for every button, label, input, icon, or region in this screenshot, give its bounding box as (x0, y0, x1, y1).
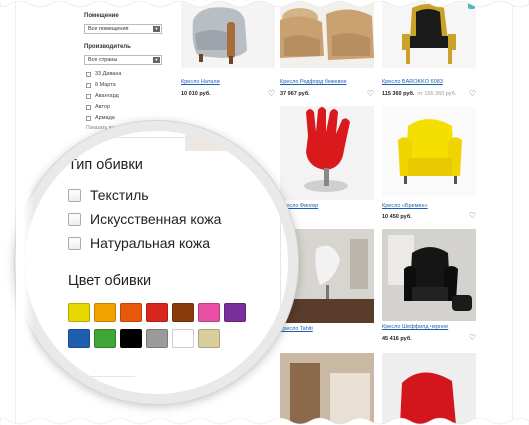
heart-icon[interactable]: ♡ (268, 89, 275, 98)
edge-shadow (16, 0, 34, 425)
checkbox-icon[interactable] (68, 212, 81, 226)
color-swatch[interactable] (68, 303, 90, 322)
maker-select[interactable]: Все страны ▼ (84, 55, 162, 65)
upholstery-option-textile[interactable]: Текстиль (68, 187, 149, 203)
product-title[interactable]: Кресло Шеффилд черное (382, 324, 448, 330)
price-value: 37 967 руб. (280, 91, 310, 97)
room-select-value: Все помещения (88, 26, 129, 32)
maker-label: Производитель (84, 44, 131, 50)
checkbox-icon (86, 82, 91, 88)
color-swatch[interactable] (172, 329, 194, 348)
product-image (382, 229, 476, 321)
maker-option-label: 8 Марта (95, 82, 116, 88)
color-swatch[interactable] (68, 329, 90, 348)
maker-option-label: Армада (95, 115, 115, 121)
option-label: Искусственная кожа (90, 211, 222, 227)
product-title[interactable]: Кресло Редфорд бежевое (280, 79, 347, 85)
maker-checkbox[interactable]: Армада (86, 115, 115, 121)
product-price: 10 010 руб. (181, 91, 211, 97)
chevron-down-icon: ▼ (153, 26, 160, 32)
filter-sidebar: Помещение Все помещения ▼ Производитель … (84, 0, 180, 140)
product-price: 115 360 руб. от 155 360 руб. (382, 91, 456, 97)
edge-shadow (494, 0, 512, 425)
heart-icon[interactable]: ♡ (367, 89, 374, 98)
product-title[interactable]: Кресло BAROKKO 6083 (382, 79, 443, 85)
chevron-down-icon: ▼ (153, 57, 160, 63)
product-card[interactable]: Кресло Натали 10 010 руб. ♡ (181, 0, 275, 100)
product-card[interactable]: Кресло «Бремен» 10 450 руб. ♡ (382, 106, 476, 222)
maker-checkbox[interactable]: Автор (86, 104, 110, 110)
maker-option-label: Авангард (95, 93, 119, 99)
color-swatch[interactable] (172, 303, 194, 322)
heart-icon[interactable]: ♡ (469, 211, 476, 220)
color-swatch[interactable] (146, 329, 168, 348)
magnifier-lens: Тип обивки Текстиль Искусственная кожа Н… (15, 121, 298, 404)
product-card[interactable]: Кресло Шеффилд черное 45 416 руб. ♡ (382, 229, 476, 347)
checkbox-icon[interactable] (68, 236, 81, 250)
checkbox-icon (86, 104, 91, 110)
maker-option-label: 33 Дивана (95, 71, 122, 77)
upholstery-type-title: Тип обивки (68, 157, 143, 173)
price-value: 10 010 руб. (181, 91, 211, 97)
color-swatch[interactable] (94, 303, 116, 322)
room-select[interactable]: Все помещения ▼ (84, 24, 162, 34)
product-image (382, 106, 476, 196)
checkbox-icon (86, 115, 91, 121)
torn-edge-top (0, 0, 529, 8)
checkbox-icon[interactable] (68, 188, 81, 202)
maker-select-value: Все страны (88, 57, 118, 63)
checkbox-icon (86, 93, 91, 99)
maker-checkbox[interactable]: 8 Марта (86, 82, 116, 88)
upholstery-option-leather[interactable]: Натуральная кожа (68, 235, 210, 251)
upholstery-option-faux-leather[interactable]: Искусственная кожа (68, 211, 221, 227)
color-swatch[interactable] (198, 303, 220, 322)
heart-icon[interactable]: ♡ (469, 333, 476, 342)
heart-icon[interactable]: ♡ (469, 89, 476, 98)
color-swatch[interactable] (146, 303, 168, 322)
product-price: 45 416 руб. (382, 336, 412, 342)
product-card[interactable]: Кресло Фингер (280, 106, 374, 222)
divider (25, 137, 285, 138)
product-price: 37 967 руб. (280, 91, 310, 97)
price-value: 10 450 руб. (382, 214, 412, 220)
product-title[interactable]: Кресло Натали (181, 79, 220, 85)
torn-edge-bottom (0, 417, 529, 425)
color-swatch[interactable] (120, 329, 142, 348)
price-value: 115 360 руб. (382, 91, 415, 97)
color-swatch[interactable] (94, 329, 116, 348)
color-swatch[interactable] (198, 329, 220, 348)
product-title[interactable]: Кресло «Бремен» (382, 203, 428, 209)
maker-checkbox[interactable]: Авангард (86, 93, 119, 99)
upholstery-color-title: Цвет обивки (68, 273, 152, 289)
room-label: Помещение (84, 13, 119, 19)
product-card[interactable]: Кресло BAROKKO 6083 115 360 руб. от 155 3… (382, 0, 476, 100)
divider (280, 131, 281, 394)
option-label: Натуральная кожа (90, 235, 211, 251)
option-label: Текстиль (90, 187, 149, 203)
color-swatch[interactable] (120, 303, 142, 322)
product-image (280, 106, 374, 200)
price-from: от 155 360 руб. (417, 91, 457, 97)
maker-option-label: Автор (95, 104, 111, 110)
color-swatch[interactable] (224, 303, 246, 322)
product-card[interactable]: Кресло Редфорд бежевое 37 967 руб. ♡ (280, 0, 374, 100)
checkbox-icon (86, 71, 91, 77)
maker-checkbox[interactable]: 33 Дивана (86, 71, 121, 77)
product-price: 10 450 руб. (382, 214, 412, 220)
price-value: 45 416 руб. (382, 336, 412, 342)
